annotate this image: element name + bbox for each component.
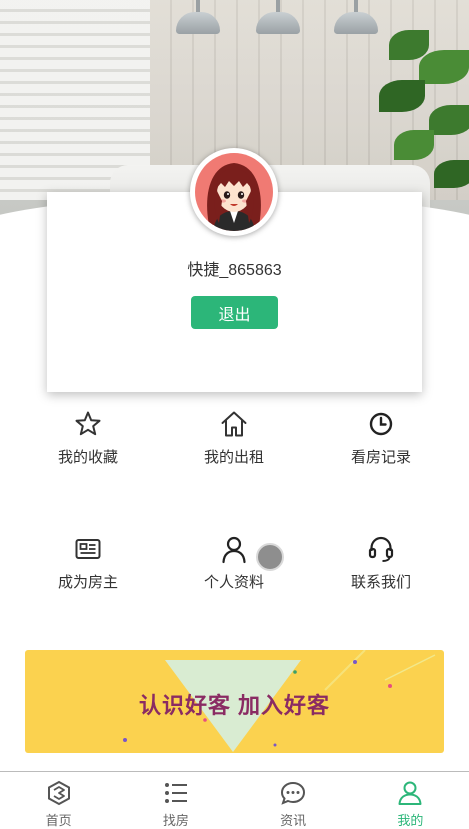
ceiling-lamp <box>176 0 220 34</box>
list-icon <box>164 783 187 803</box>
menu-item-favorites[interactable]: 我的收藏 <box>10 409 166 467</box>
tab-label: 找房 <box>162 813 189 828</box>
chat-icon <box>281 781 306 805</box>
tab-label: 首页 <box>45 813 72 828</box>
tab-label: 资讯 <box>280 813 307 828</box>
hexagon-logo-icon <box>47 780 70 806</box>
tab-mine[interactable]: 我的 <box>352 772 469 828</box>
ceiling-lamp <box>256 0 300 34</box>
username: 快捷_865863 <box>187 262 282 279</box>
id-card-icon <box>75 539 101 559</box>
tab-news[interactable]: 资讯 <box>235 772 352 828</box>
clock-icon <box>369 412 393 436</box>
menu-item-viewing-history[interactable]: 看房记录 <box>303 409 459 467</box>
plant <box>359 20 469 220</box>
avatar[interactable] <box>190 148 278 236</box>
menu-item-profile[interactable]: 个人资料 <box>156 534 312 592</box>
person-icon <box>398 781 422 805</box>
avatar-image <box>195 153 273 231</box>
menu-label: 看房记录 <box>350 449 411 466</box>
tab-find-house[interactable]: 找房 <box>117 772 234 828</box>
menu-label: 我的出租 <box>203 449 264 466</box>
user-icon <box>222 536 246 564</box>
menu-label: 我的收藏 <box>57 449 118 466</box>
menu-item-become-landlord[interactable]: 成为房主 <box>10 534 166 592</box>
star-icon <box>75 411 101 436</box>
menu-item-rentals[interactable]: 我的出租 <box>156 409 312 467</box>
menu-label: 个人资料 <box>203 574 264 591</box>
bottom-tab-bar: 首页 找房 资讯 我的 <box>0 771 469 828</box>
tab-home[interactable]: 首页 <box>0 772 117 828</box>
menu-label: 成为房主 <box>57 574 118 591</box>
logout-button[interactable]: 退出 <box>191 296 278 329</box>
menu-label: 联系我们 <box>350 574 411 591</box>
headset-icon <box>368 536 394 562</box>
menu-item-contact-us[interactable]: 联系我们 <box>303 534 459 592</box>
home-icon <box>221 411 247 437</box>
promo-banner[interactable]: 认识好客 加入好客 <box>25 650 444 753</box>
tab-label: 我的 <box>397 813 424 828</box>
floating-assist-button[interactable] <box>256 543 284 571</box>
banner-text: 认识好客 加入好客 <box>138 693 331 718</box>
